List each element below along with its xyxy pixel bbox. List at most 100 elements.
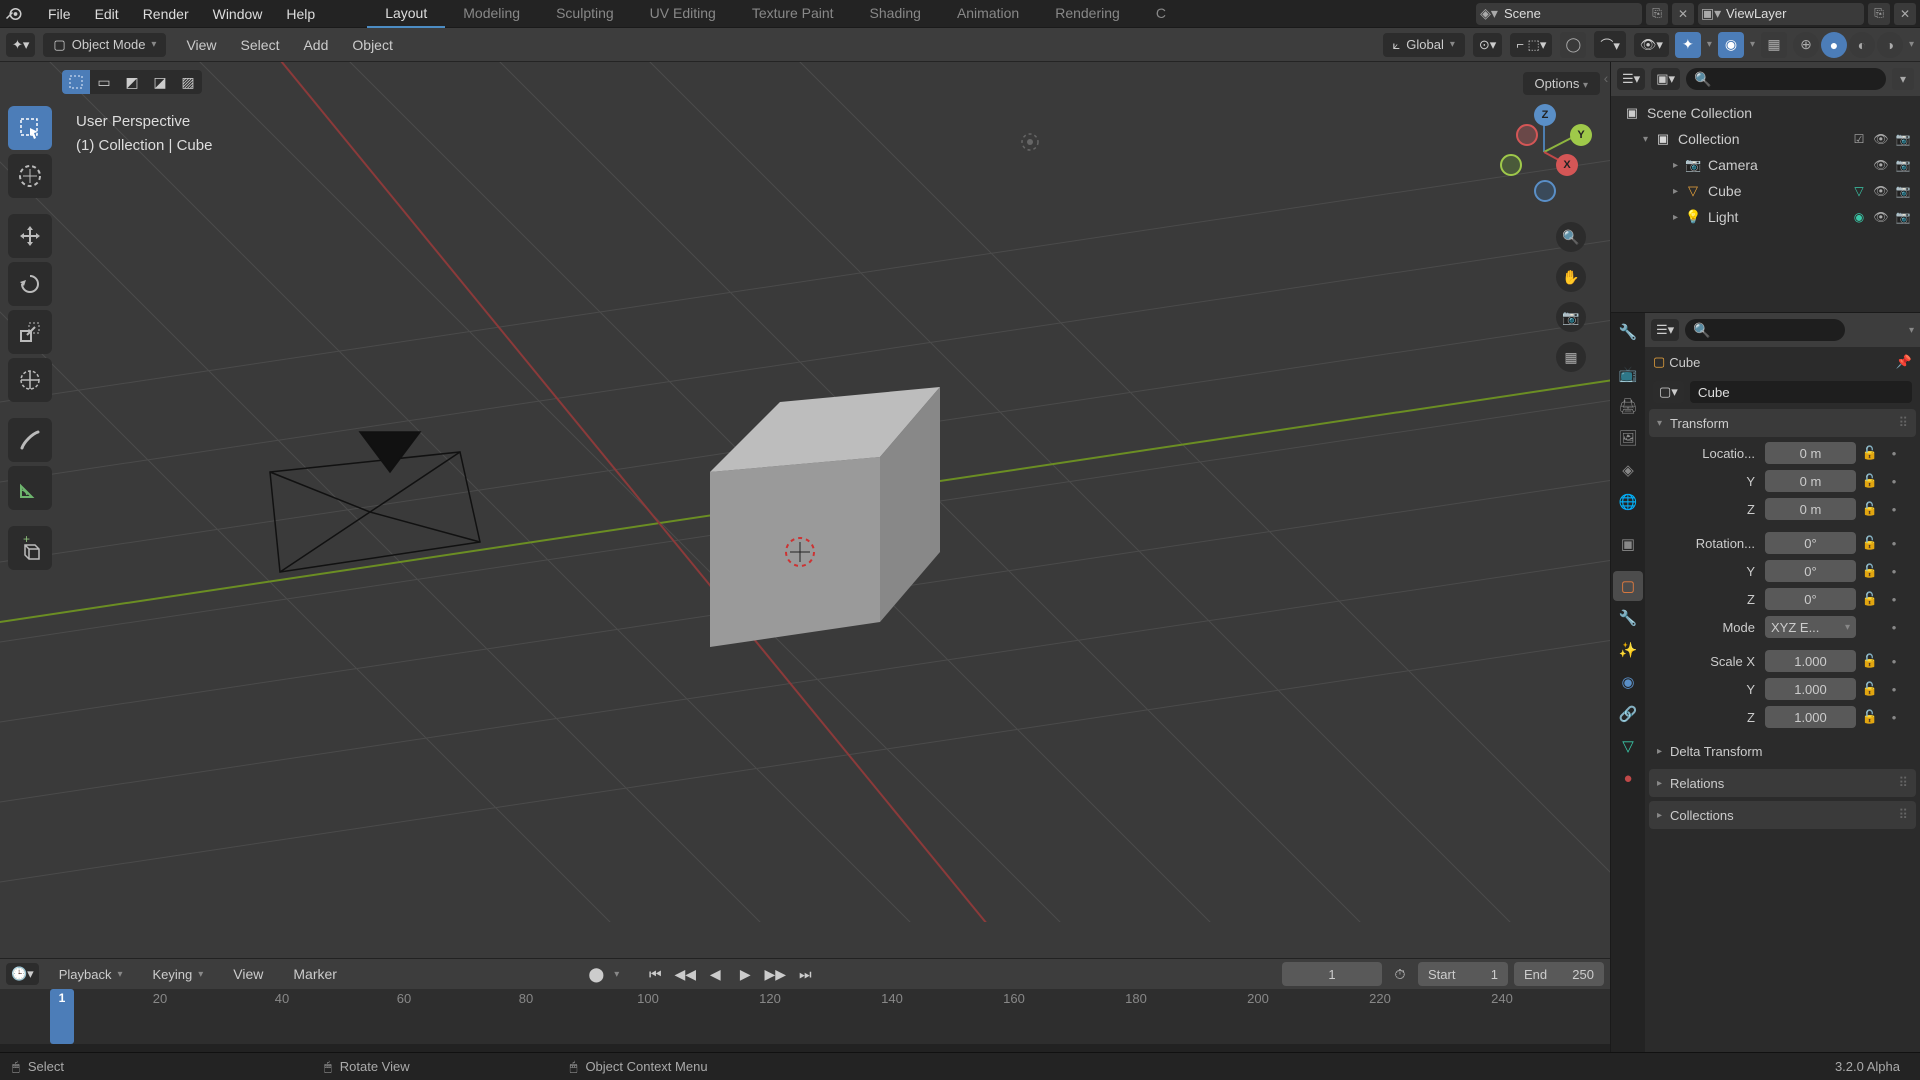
tool-rotate[interactable]: [8, 262, 52, 306]
scene-name-input[interactable]: [1502, 6, 1642, 21]
tab-sculpting[interactable]: Sculpting: [538, 0, 632, 28]
expand-icon[interactable]: ▸: [1673, 212, 1678, 223]
overlay-dropdown[interactable]: ▾: [1750, 39, 1755, 50]
render-icon[interactable]: 📷: [1894, 182, 1912, 200]
render-icon[interactable]: 📷: [1894, 130, 1912, 148]
props-search[interactable]: 🔍: [1685, 319, 1845, 341]
tab-uv-editing[interactable]: UV Editing: [632, 0, 734, 28]
eye-icon[interactable]: 👁: [1872, 182, 1890, 200]
axis-z[interactable]: Z: [1534, 104, 1556, 126]
anim-dot[interactable]: •: [1884, 470, 1904, 492]
lock-icon[interactable]: 🔓: [1860, 560, 1880, 582]
outliner-filter[interactable]: ▾: [1892, 68, 1914, 90]
gizmo-toggle[interactable]: ✦: [1675, 32, 1701, 58]
playhead[interactable]: 1: [50, 989, 74, 1044]
outliner-display-mode[interactable]: ▣▾: [1651, 68, 1680, 90]
scale-z-field[interactable]: 1.000: [1765, 706, 1856, 728]
new-scene-button[interactable]: ⎘: [1646, 3, 1668, 25]
lock-icon[interactable]: 🔓: [1860, 532, 1880, 554]
rot-x-field[interactable]: 0°: [1765, 532, 1856, 554]
timeline-scrollbar[interactable]: [0, 1044, 1610, 1052]
ptab-viewlayer[interactable]: 🖼: [1613, 423, 1643, 453]
scale-y-field[interactable]: 1.000: [1765, 678, 1856, 700]
ptab-tool[interactable]: 🔧: [1613, 317, 1643, 347]
expand-icon[interactable]: ▾: [1643, 134, 1648, 145]
menu-edit[interactable]: Edit: [83, 2, 131, 26]
camera-view-button[interactable]: 📷: [1556, 302, 1586, 332]
axis-neg-y[interactable]: [1500, 154, 1522, 176]
panel-relations[interactable]: ▸Relations⠿: [1649, 769, 1916, 797]
tool-transform[interactable]: [8, 358, 52, 402]
axis-y[interactable]: Y: [1570, 124, 1592, 146]
scene-selector[interactable]: ◈▾: [1476, 3, 1642, 25]
anim-dot[interactable]: •: [1884, 498, 1904, 520]
tool-measure[interactable]: [8, 466, 52, 510]
tool-move[interactable]: [8, 214, 52, 258]
select-box-add[interactable]: ◩: [118, 70, 146, 94]
tl-menu-view[interactable]: View: [223, 962, 273, 986]
timeline-ruler[interactable]: 1 20 40 60 80 100 120 140 160 180 200 22…: [0, 989, 1610, 1044]
menu-render[interactable]: Render: [131, 2, 201, 26]
overlay-toggle[interactable]: ◉: [1718, 32, 1744, 58]
data-icon[interactable]: ▽: [1850, 182, 1868, 200]
end-frame-field[interactable]: End250: [1514, 962, 1604, 986]
delete-scene-button[interactable]: ✕: [1672, 3, 1694, 25]
render-icon[interactable]: 📷: [1894, 208, 1912, 226]
tool-annotate[interactable]: [8, 418, 52, 462]
axis-neg-x[interactable]: [1516, 124, 1538, 146]
pan-button[interactable]: ✋: [1556, 262, 1586, 292]
autokey-toggle[interactable]: ⬤: [584, 962, 608, 986]
tab-more[interactable]: C: [1138, 0, 1184, 28]
tree-collection[interactable]: ▾ ▣ Collection ☑👁📷: [1615, 126, 1916, 152]
menu-window[interactable]: Window: [201, 2, 275, 26]
jump-start[interactable]: ⏮: [643, 962, 667, 986]
ptab-material[interactable]: ●: [1613, 763, 1643, 793]
datablock-selector[interactable]: ▢▾: [1653, 381, 1684, 403]
select-tweak[interactable]: [62, 70, 90, 94]
ptab-physics[interactable]: ◉: [1613, 667, 1643, 697]
ptab-collection[interactable]: ▣: [1613, 529, 1643, 559]
tool-add-cube[interactable]: +: [8, 526, 52, 570]
select-box-intersect[interactable]: ▨: [174, 70, 202, 94]
perspective-toggle-button[interactable]: ▦: [1556, 342, 1586, 372]
tree-camera[interactable]: ▸ 📷 Camera 👁📷: [1615, 152, 1916, 178]
visibility-dropdown[interactable]: 👁▾: [1634, 33, 1669, 57]
shading-wireframe[interactable]: ⊕: [1793, 32, 1819, 58]
axis-x[interactable]: X: [1556, 154, 1578, 176]
tree-scene-collection[interactable]: ▣ Scene Collection: [1615, 100, 1916, 126]
tree-cube[interactable]: ▸ ▽ Cube ▽👁📷: [1615, 178, 1916, 204]
shading-rendered[interactable]: ◑: [1877, 32, 1903, 58]
menu-add[interactable]: Add: [291, 33, 340, 57]
tree-light[interactable]: ▸ 💡 Light ◉👁📷: [1615, 204, 1916, 230]
navigation-gizmo[interactable]: Z Y X: [1494, 102, 1594, 202]
shading-material[interactable]: ◐: [1849, 32, 1875, 58]
pin-icon[interactable]: 📌: [1896, 354, 1912, 370]
cube-object[interactable]: [710, 387, 940, 647]
ptab-modifiers[interactable]: 🔧: [1613, 603, 1643, 633]
current-frame-field[interactable]: 1: [1282, 962, 1382, 986]
xray-toggle[interactable]: ▦: [1761, 32, 1787, 58]
anim-dot[interactable]: •: [1884, 706, 1904, 728]
ptab-particles[interactable]: ✨: [1613, 635, 1643, 665]
zoom-button[interactable]: 🔍: [1556, 222, 1586, 252]
tab-shading[interactable]: Shading: [852, 0, 939, 28]
shading-dropdown[interactable]: ▾: [1909, 39, 1914, 50]
light-object[interactable]: [1022, 134, 1038, 150]
anim-dot[interactable]: •: [1884, 616, 1904, 638]
anim-dot[interactable]: •: [1884, 532, 1904, 554]
menu-file[interactable]: File: [36, 2, 83, 26]
eye-icon[interactable]: 👁: [1872, 130, 1890, 148]
tab-rendering[interactable]: Rendering: [1037, 0, 1138, 28]
lock-icon[interactable]: 🔓: [1860, 588, 1880, 610]
ptab-output[interactable]: 🖨: [1613, 391, 1643, 421]
datablock-name-input[interactable]: [1690, 381, 1912, 403]
blender-logo-icon[interactable]: [0, 0, 28, 28]
ptab-object[interactable]: ▢: [1613, 571, 1643, 601]
jump-end[interactable]: ⏭: [793, 962, 817, 986]
tab-modeling[interactable]: Modeling: [445, 0, 538, 28]
camera-object[interactable]: [270, 432, 480, 572]
snap-toggle[interactable]: ⌐ ⬚▾: [1510, 33, 1552, 57]
panel-delta-transform[interactable]: ▸Delta Transform: [1649, 737, 1916, 765]
start-frame-field[interactable]: Start1: [1418, 962, 1508, 986]
outliner-search[interactable]: 🔍: [1686, 68, 1886, 90]
